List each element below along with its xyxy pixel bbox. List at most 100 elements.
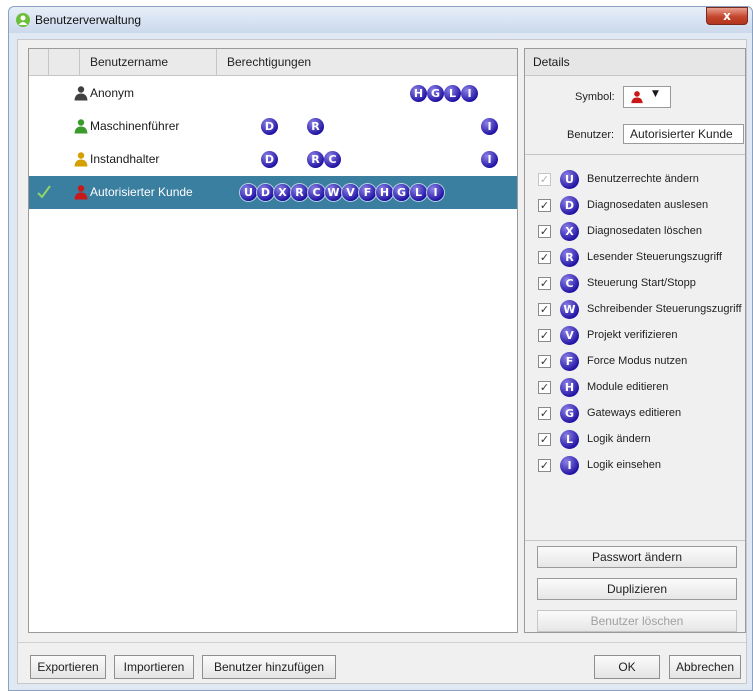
permission-checkbox[interactable]: ✓ xyxy=(538,381,551,394)
permission-badge: G xyxy=(427,85,444,102)
import-button[interactable]: Importieren xyxy=(114,655,194,679)
header-permissions[interactable]: Berechtigungen xyxy=(217,49,519,76)
permission-checkbox: ✓ xyxy=(538,173,551,186)
permission-letter-icon: I xyxy=(560,456,579,475)
permission-badge: L xyxy=(444,85,461,102)
permission-item: ✓ L Logik ändern xyxy=(525,427,745,453)
header-icon-column xyxy=(49,49,80,76)
permission-checkbox[interactable]: ✓ xyxy=(538,199,551,212)
permission-letter-icon: F xyxy=(560,352,579,371)
user-icon xyxy=(73,85,89,101)
permission-badge: C xyxy=(308,184,325,201)
permission-checkbox[interactable]: ✓ xyxy=(538,459,551,472)
permission-label: Logik ändern xyxy=(587,433,651,445)
ok-button[interactable]: OK xyxy=(594,655,660,679)
permission-item: ✓ V Projekt verifizieren xyxy=(525,323,745,349)
user-name: Maschinenführer xyxy=(90,119,180,133)
title-bar: Benutzerverwaltung x xyxy=(9,7,752,33)
details-title: Details xyxy=(525,49,745,76)
permission-letter-icon: D xyxy=(560,196,579,215)
permission-badge: H xyxy=(376,184,393,201)
permission-letter-icon: W xyxy=(560,300,579,319)
permission-letter-icon: V xyxy=(560,326,579,345)
permission-letter-icon: C xyxy=(560,274,579,293)
details-divider-bottom xyxy=(525,540,745,541)
permission-badge: L xyxy=(410,184,427,201)
permission-badge: R xyxy=(291,184,308,201)
user-name: Instandhalter xyxy=(90,152,160,166)
table-row[interactable]: Instandhalter D R C I xyxy=(29,143,517,176)
permission-item: ✓ D Diagnosedaten auslesen xyxy=(525,193,745,219)
symbol-dropdown[interactable]: ▼ xyxy=(623,86,671,108)
permission-label: Gateways editieren xyxy=(587,407,682,419)
chevron-down-icon: ▼ xyxy=(652,89,659,99)
window-title: Benutzerverwaltung xyxy=(35,13,142,27)
table-row[interactable]: Autorisierter Kunde U D X R C W V F H G L I xyxy=(29,176,517,209)
permission-label: Benutzerrechte ändern xyxy=(587,173,699,185)
details-panel: Details Symbol: ▼ Benutzer: Autorisierte… xyxy=(524,48,746,633)
table-row[interactable]: Maschinenführer D R I xyxy=(29,110,517,143)
permission-badge: H xyxy=(410,85,427,102)
permission-badge: G xyxy=(393,184,410,201)
permission-checkbox[interactable]: ✓ xyxy=(538,251,551,264)
user-rows: Anonym H G L I Maschinenführer D R I Instandhalte… xyxy=(29,77,517,209)
user-name-field[interactable]: Autorisierter Kunde xyxy=(623,124,744,144)
add-user-button[interactable]: Benutzer hinzufügen xyxy=(202,655,336,679)
permission-badge: U xyxy=(240,184,257,201)
permission-label: Module editieren xyxy=(587,381,669,393)
permission-label: Lesender Steuerungszugriff xyxy=(587,251,722,263)
permission-item: ✓ H Module editieren xyxy=(525,375,745,401)
permission-label: Force Modus nutzen xyxy=(587,355,688,367)
delete-user-button[interactable]: Benutzer löschen xyxy=(537,610,737,632)
permission-item: ✓ F Force Modus nutzen xyxy=(525,349,745,375)
permission-checkbox[interactable]: ✓ xyxy=(538,355,551,368)
user-name: Autorisierter Kunde xyxy=(90,185,193,199)
permission-badge: V xyxy=(342,184,359,201)
permission-badge: R xyxy=(307,151,324,168)
header-username[interactable]: Benutzername xyxy=(80,49,217,76)
permission-checkbox[interactable]: ✓ xyxy=(538,225,551,238)
permission-badge: X xyxy=(274,184,291,201)
details-divider xyxy=(525,154,745,155)
user-label: Benutzer: xyxy=(567,129,615,141)
change-password-button[interactable]: Passwort ändern xyxy=(537,546,737,568)
table-row[interactable]: Anonym H G L I xyxy=(29,77,517,110)
user-icon xyxy=(73,184,89,200)
permission-badge: D xyxy=(261,151,278,168)
permission-letter-icon: G xyxy=(560,404,579,423)
permission-badge: I xyxy=(481,118,498,135)
permission-item: ✓ U Benutzerrechte ändern xyxy=(525,167,745,193)
permission-label: Steuerung Start/Stopp xyxy=(587,277,696,289)
footer-divider xyxy=(18,642,746,643)
permission-letter-icon: X xyxy=(560,222,579,241)
permission-item: ✓ I Logik einsehen xyxy=(525,453,745,479)
permission-label: Diagnosedaten auslesen xyxy=(587,199,709,211)
permission-item: ✓ W Schreibender Steuerungszugriff xyxy=(525,297,745,323)
permission-letter-icon: H xyxy=(560,378,579,397)
user-icon xyxy=(73,151,89,167)
duplicate-button[interactable]: Duplizieren xyxy=(537,578,737,600)
permission-checkbox[interactable]: ✓ xyxy=(538,433,551,446)
permission-checkbox[interactable]: ✓ xyxy=(538,407,551,420)
user-list: Benutzername Berechtigungen Anonym H G L I Ma… xyxy=(28,48,518,633)
permission-checkbox[interactable]: ✓ xyxy=(538,303,551,316)
checkmark-icon xyxy=(37,183,51,201)
cancel-button[interactable]: Abbrechen xyxy=(669,655,741,679)
permission-letter-icon: L xyxy=(560,430,579,449)
permission-checkbox[interactable]: ✓ xyxy=(538,329,551,342)
permission-badge: W xyxy=(325,184,342,201)
permission-letter-icon: U xyxy=(560,170,579,189)
export-button[interactable]: Exportieren xyxy=(30,655,106,679)
user-name: Anonym xyxy=(90,86,135,100)
permission-badge: D xyxy=(257,184,274,201)
close-button[interactable]: x xyxy=(706,7,748,25)
permission-item: ✓ G Gateways editieren xyxy=(525,401,745,427)
user-symbol-icon xyxy=(631,91,643,104)
permission-checkbox[interactable]: ✓ xyxy=(538,277,551,290)
permission-badge: F xyxy=(359,184,376,201)
permission-badge: I xyxy=(427,184,444,201)
user-icon xyxy=(73,118,89,134)
app-icon xyxy=(16,13,30,27)
permission-item: ✓ C Steuerung Start/Stopp xyxy=(525,271,745,297)
permission-badge: C xyxy=(324,151,341,168)
